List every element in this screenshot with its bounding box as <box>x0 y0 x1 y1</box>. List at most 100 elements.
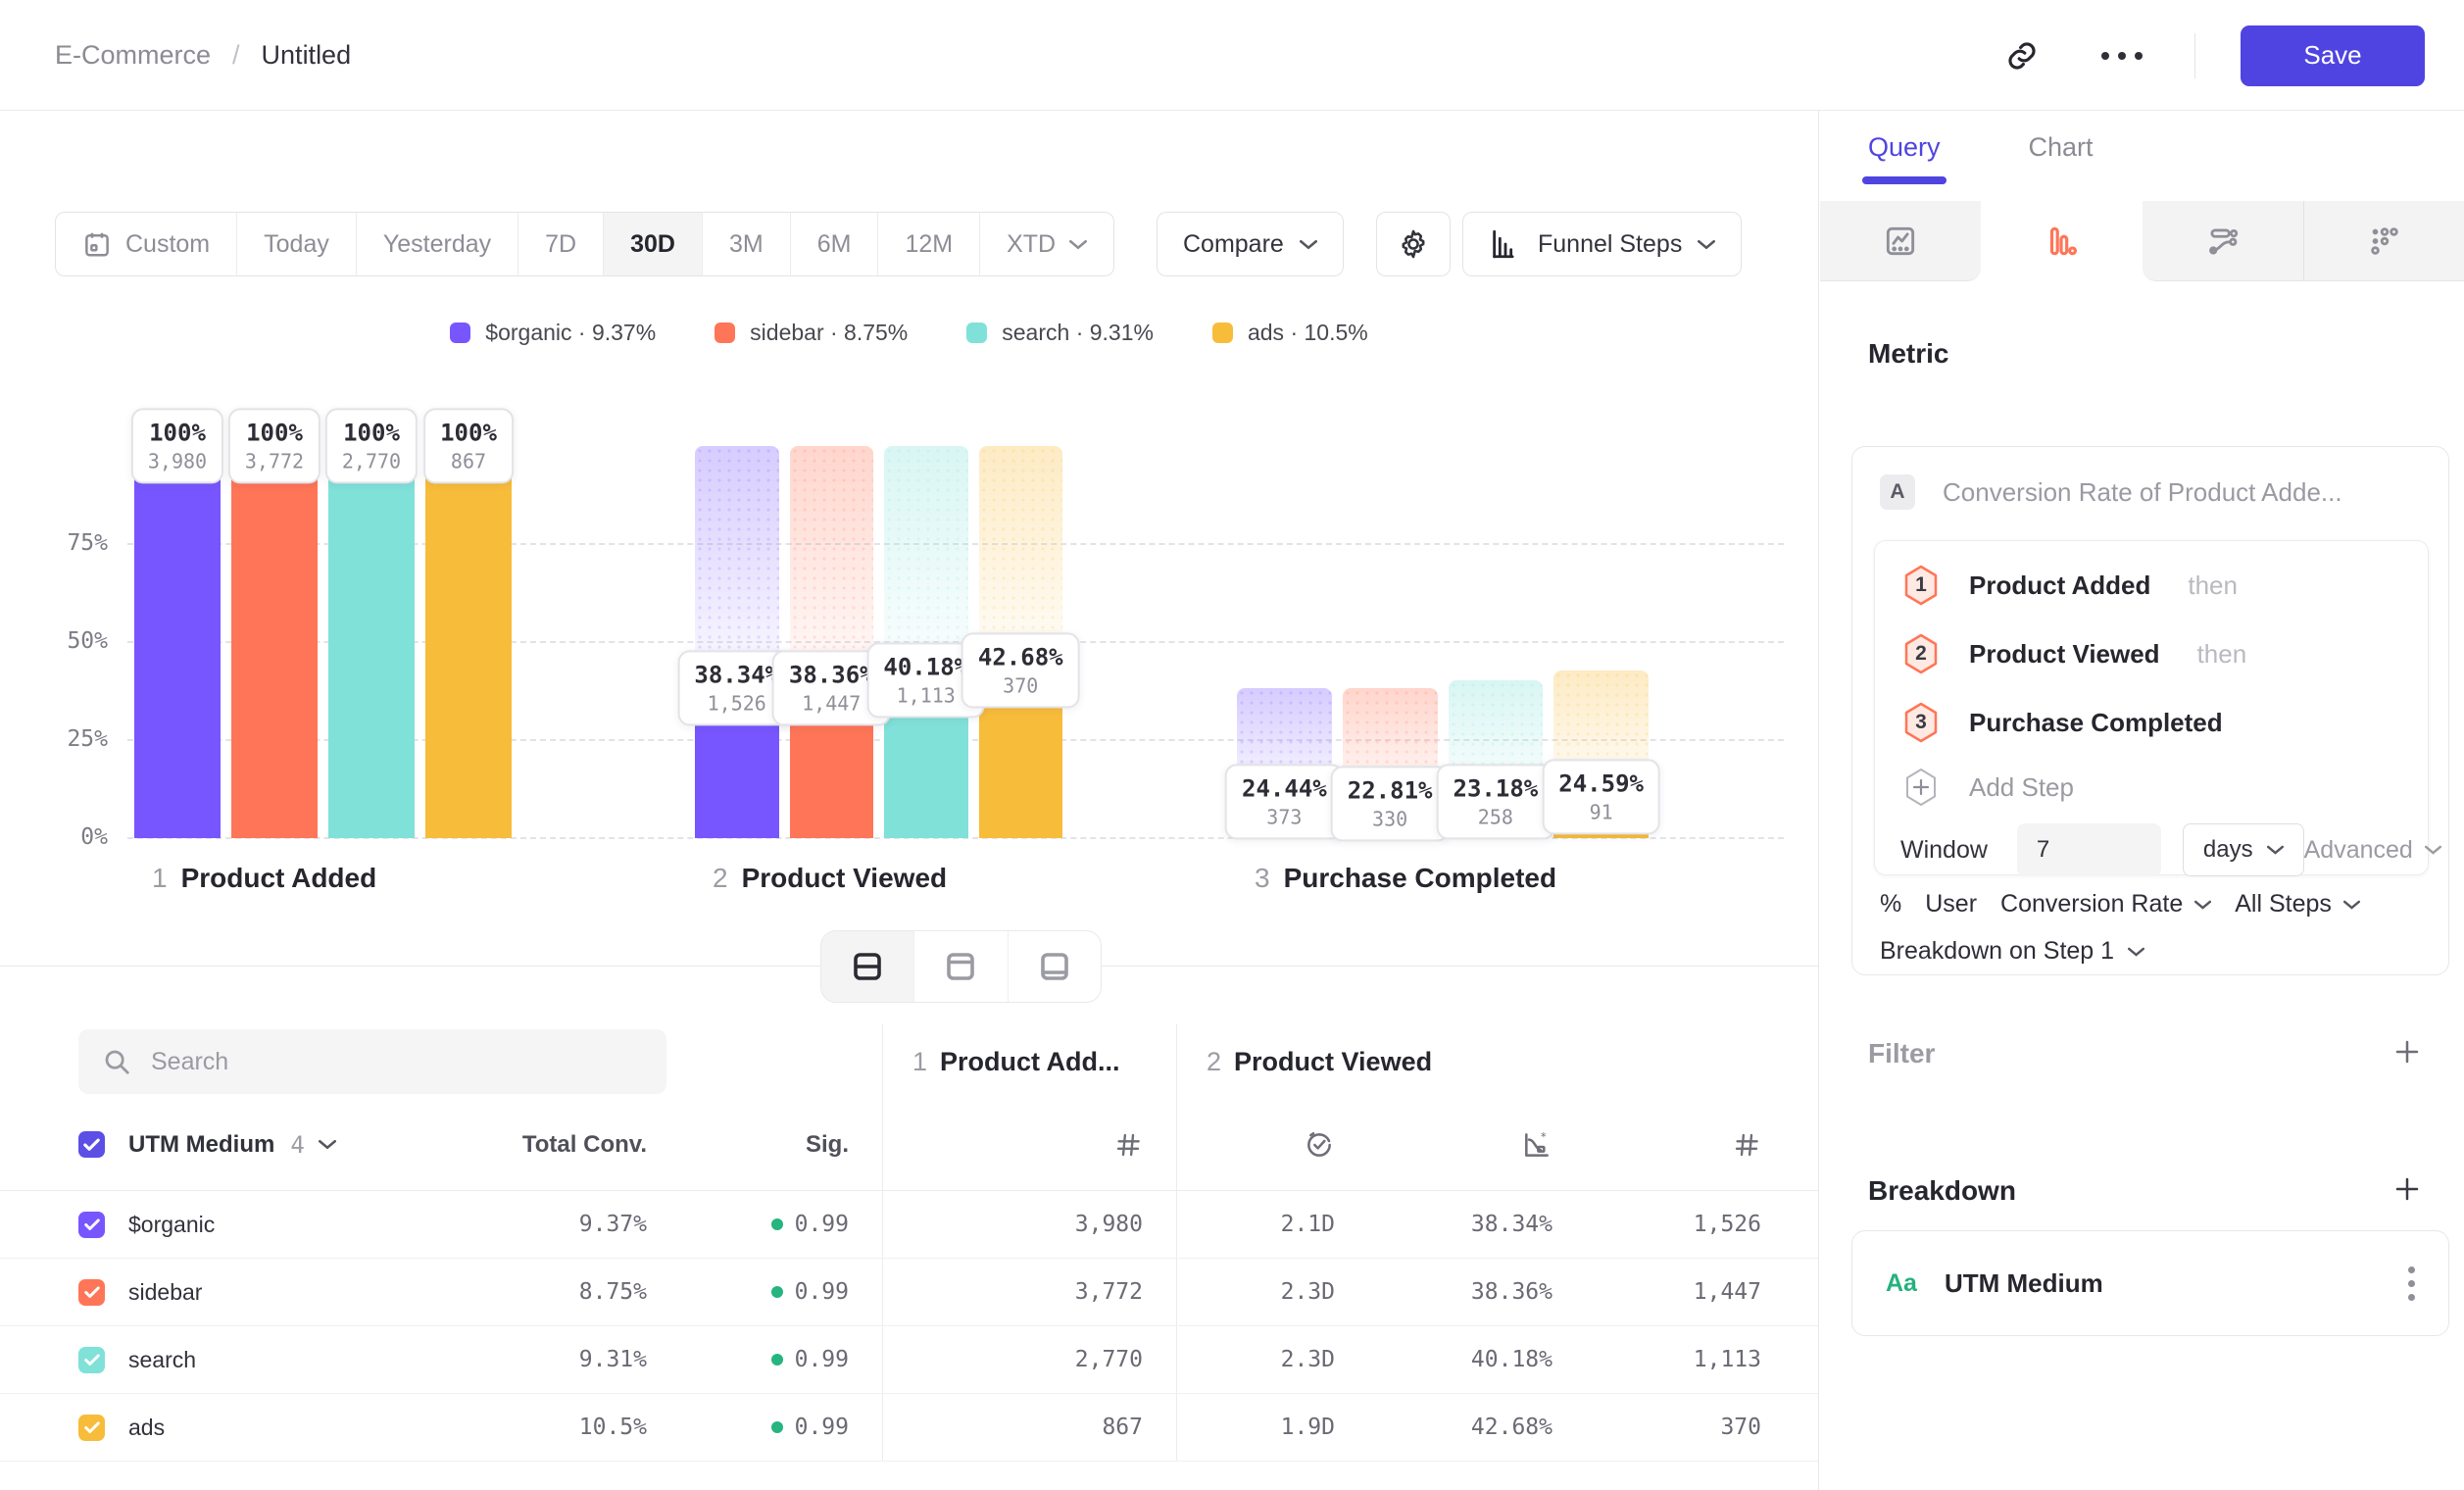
tab-query[interactable]: Query <box>1868 132 1941 184</box>
legend-item[interactable]: search · 9.31% <box>966 320 1154 346</box>
breakdown-column-toggle[interactable]: UTM Medium 4 <box>128 1131 336 1159</box>
kebab-menu-icon[interactable] <box>2408 1266 2415 1301</box>
legend-label: search · 9.31% <box>1002 320 1154 346</box>
range-12m[interactable]: 12M <box>878 213 980 275</box>
measure-entity[interactable]: User <box>1925 890 1977 919</box>
add-step-button[interactable]: Add Step <box>1875 757 2428 818</box>
top-actions: Save <box>1995 0 2425 111</box>
legend-label: ads · 10.5% <box>1248 320 1368 346</box>
funnel-bar[interactable] <box>134 446 221 838</box>
breakdown-count: 4 <box>290 1131 304 1159</box>
table-row[interactable]: sidebar 8.75% 0.99 3,772 2.3D 38.36% 1,4… <box>0 1259 1818 1326</box>
legend-item[interactable]: $organic · 9.37% <box>450 320 656 346</box>
metric-summary[interactable]: A Conversion Rate of Product Adde... <box>1880 474 2342 510</box>
range-7d[interactable]: 7D <box>518 213 604 275</box>
row-checkbox[interactable] <box>78 1347 105 1373</box>
legend-item[interactable]: ads · 10.5% <box>1212 320 1368 346</box>
breakdown-table: 1 Product Add... 2 Product Viewed UTM Me… <box>0 1024 1818 1462</box>
range-30d[interactable]: 30D <box>604 213 703 275</box>
more-options-button[interactable] <box>2094 28 2149 83</box>
chart-legend: $organic · 9.37% sidebar · 8.75% search · … <box>0 320 1818 346</box>
date-range-picker: Custom Today Yesterday 7D 30D 3M 6M 12M … <box>55 212 1114 276</box>
measure-metric-dropdown[interactable]: Conversion Rate <box>2000 890 2211 919</box>
step2-time: 2.3D <box>1281 1347 1335 1372</box>
page-title[interactable]: Untitled <box>262 40 352 71</box>
conversion-window: Window days Advanced <box>1900 823 2410 876</box>
share-link-button[interactable] <box>1995 28 2049 83</box>
window-value-input[interactable] <box>2017 823 2161 876</box>
breakdown-property-card[interactable]: Aa UTM Medium <box>1851 1230 2449 1336</box>
search-field[interactable] <box>78 1029 666 1094</box>
funnel-bar[interactable] <box>328 446 415 838</box>
step-axis-label: 3Purchase Completed <box>1255 863 1556 894</box>
step2-time: 1.9D <box>1281 1415 1335 1440</box>
layout-chart-only-button[interactable] <box>914 931 1008 1002</box>
add-breakdown-button[interactable] <box>2390 1171 2425 1207</box>
add-step-icon <box>1900 766 1942 809</box>
save-button[interactable]: Save <box>2241 25 2425 86</box>
range-6m[interactable]: 6M <box>791 213 879 275</box>
group-header-step2[interactable]: 2 Product Viewed <box>1176 1024 1779 1099</box>
layout-toggle-group <box>820 930 1102 1003</box>
compare-button[interactable]: Compare <box>1157 212 1344 276</box>
range-3m[interactable]: 3M <box>703 213 791 275</box>
funnel-bars-icon <box>2043 223 2080 260</box>
layout-split-icon <box>850 949 885 984</box>
topbar-divider <box>2194 33 2195 78</box>
table-row[interactable]: search 9.31% 0.99 2,770 2.3D 40.18% 1,11… <box>0 1326 1818 1394</box>
measure-scope-dropdown[interactable]: All Steps <box>2235 890 2360 919</box>
step2-time-header[interactable] <box>1176 1099 1343 1190</box>
legend-item[interactable]: sidebar · 8.75% <box>715 320 908 346</box>
funnel-step-2[interactable]: 2 Product Viewed then <box>1875 620 2428 688</box>
metric-title: Conversion Rate of Product Adde... <box>1943 477 2342 508</box>
step1-count-header[interactable] <box>882 1099 1176 1190</box>
step2-rate-header[interactable]: * <box>1343 1099 1556 1190</box>
range-yesterday[interactable]: Yesterday <box>357 213 518 275</box>
table-row[interactable]: $organic 9.37% 0.99 3,980 2.1D 38.34% 1,… <box>0 1191 1818 1259</box>
select-all-checkbox[interactable] <box>78 1131 105 1158</box>
breakdown-on-step-dropdown[interactable]: Breakdown on Step 1 <box>1880 937 2144 966</box>
table-row[interactable]: ads 10.5% 0.99 867 1.9D 42.68% 370 <box>0 1394 1818 1462</box>
step2-count-header[interactable] <box>1556 1099 1779 1190</box>
sig-value: 0.99 <box>795 1212 849 1237</box>
funnels-report-tab[interactable] <box>1981 201 2142 281</box>
funnel-step-group <box>134 446 512 838</box>
funnel-step-3[interactable]: 3 Purchase Completed <box>1875 688 2428 757</box>
range-custom[interactable]: Custom <box>56 213 237 275</box>
group-header-step1[interactable]: 1 Product Add... <box>882 1024 1176 1099</box>
breadcrumb-board[interactable]: E-Commerce <box>55 40 211 71</box>
hash-icon <box>1113 1130 1143 1160</box>
layout-split-button[interactable] <box>821 931 914 1002</box>
row-checkbox[interactable] <box>78 1212 105 1238</box>
metric-card: A Conversion Rate of Product Adde... 1 P… <box>1851 446 2449 975</box>
flows-report-tab[interactable] <box>2143 201 2303 281</box>
time-to-convert-icon <box>1304 1129 1335 1161</box>
sig-header[interactable]: Sig. <box>666 1099 882 1190</box>
insights-report-tab[interactable] <box>1820 201 1981 281</box>
tab-chart[interactable]: Chart <box>2029 132 2094 184</box>
range-xtd[interactable]: XTD <box>980 213 1113 275</box>
funnel-bar[interactable] <box>425 446 512 838</box>
row-checkbox[interactable] <box>78 1279 105 1306</box>
retention-report-tab[interactable] <box>2303 201 2464 281</box>
total-conv-header[interactable]: Total Conv. <box>510 1099 666 1190</box>
funnel-bar[interactable] <box>231 446 318 838</box>
sig-status-dot <box>771 1286 783 1298</box>
chart-settings-button[interactable] <box>1376 212 1451 276</box>
row-checkbox[interactable] <box>78 1415 105 1441</box>
chart-type-button[interactable]: Funnel Steps <box>1462 212 1742 276</box>
search-icon <box>102 1047 131 1076</box>
calendar-icon <box>82 229 112 259</box>
step1-count: 3,772 <box>1075 1279 1143 1305</box>
range-today[interactable]: Today <box>237 213 357 275</box>
funnel-step-1[interactable]: 1 Product Added then <box>1875 551 2428 620</box>
window-unit-dropdown[interactable]: days <box>2183 823 2304 876</box>
funnel-bar[interactable] <box>695 446 779 838</box>
advanced-dropdown[interactable]: Advanced <box>2304 836 2441 865</box>
layout-table-only-button[interactable] <box>1009 931 1101 1002</box>
add-filter-button[interactable] <box>2390 1034 2425 1069</box>
search-input[interactable] <box>151 1048 643 1076</box>
step-name: Purchase Completed <box>1969 708 2223 738</box>
funnel-bar-converted-segment <box>425 446 512 838</box>
funnel-bar[interactable] <box>790 446 874 838</box>
